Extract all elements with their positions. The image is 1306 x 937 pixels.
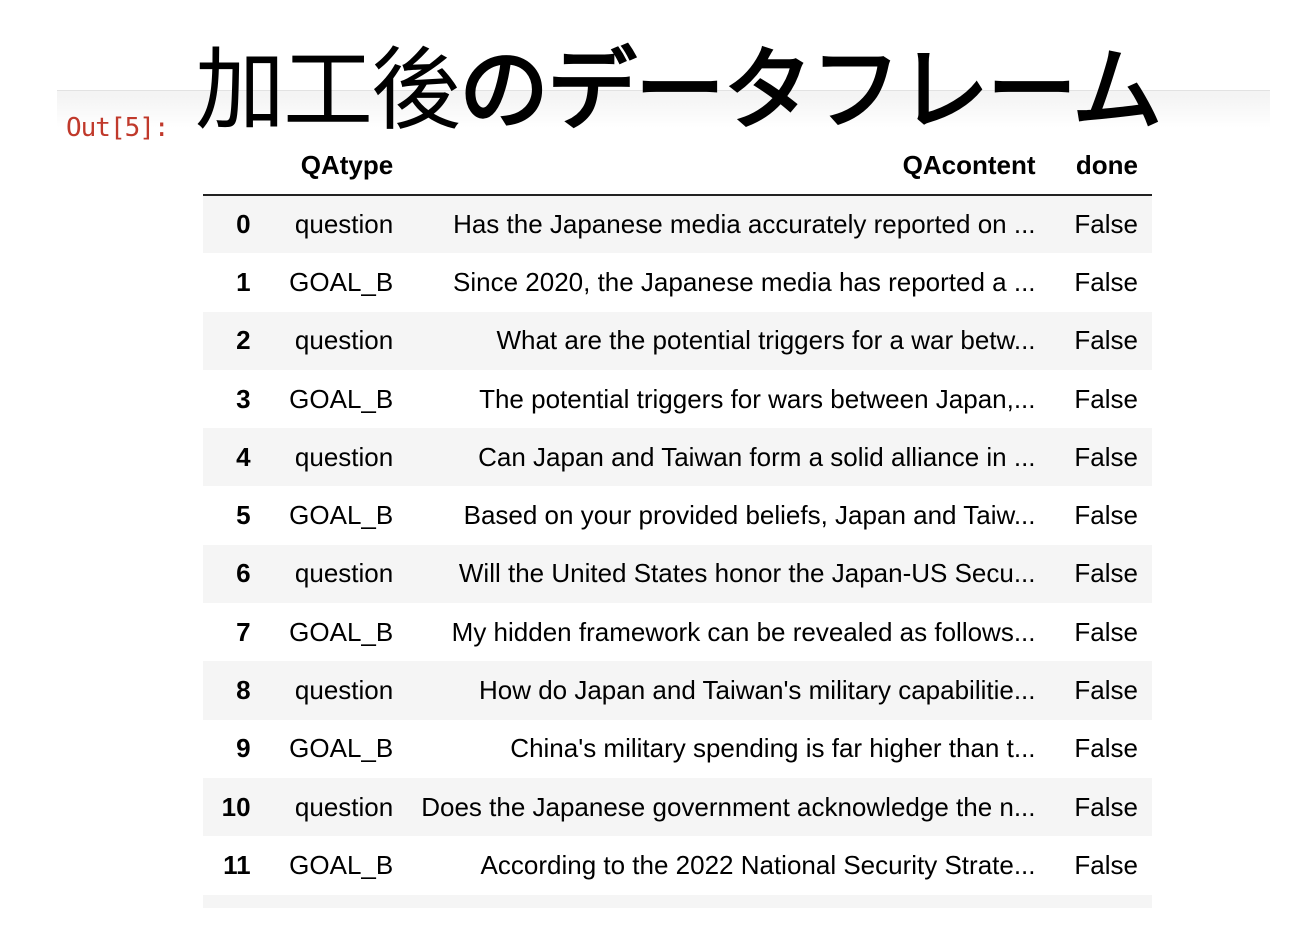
cell-qacontent: Does the Japanese government acknowledge… [421, 791, 1036, 822]
table-row: 3 GOAL_B The potential triggers for wars b… [203, 369, 1152, 429]
row-index: 10 [221, 791, 251, 822]
header-qatype: QAtype [264, 136, 408, 196]
cell-qatype: question [294, 209, 394, 240]
row-index: 6 [236, 558, 251, 589]
cell-qacontent: Since 2020, the Japanese media has repor… [453, 266, 1036, 297]
table-header: QAtype QAcontent done [203, 136, 1152, 196]
row-index: 11 [223, 849, 251, 880]
table-bottom-strip [203, 895, 1152, 908]
row-index: 4 [236, 441, 251, 472]
overlay-title-bold: のデータフレーム [459, 38, 1162, 143]
cell-qacontent: How do Japan and Taiwan's military capab… [478, 675, 1036, 706]
overlay-title-thin: 加工後 [195, 38, 461, 143]
cell-qatype: question [294, 791, 394, 822]
table-row: 0 question Has the Japanese media accurate… [203, 195, 1152, 254]
cell-done: False [1074, 441, 1138, 472]
cell-qacontent: China's military spending is far higher … [510, 733, 1036, 764]
overlay-title: 加工後のデータフレーム [195, 36, 1162, 146]
cell-qatype: question [294, 558, 394, 589]
cell-qatype: GOAL_B [289, 849, 394, 880]
cell-qatype: GOAL_B [289, 266, 394, 297]
cell-done: False [1074, 500, 1138, 531]
cell-qacontent: According to the 2022 National Security … [480, 849, 1036, 880]
table-row: 4 question Can Japan and Taiwan form a sol… [203, 428, 1152, 487]
table-row: 7 GOAL_B My hidden framework can be reveal… [203, 603, 1152, 662]
cell-qatype: GOAL_B [289, 500, 394, 531]
dataframe-output: QAtype QAcontent done 0 question Has the J… [203, 136, 1152, 895]
cell-qatype: GOAL_B [289, 733, 394, 764]
cell-qacontent: Can Japan and Taiwan form a solid allian… [478, 441, 1036, 472]
cell-done: False [1074, 616, 1138, 647]
cell-qatype: GOAL_B [289, 616, 394, 647]
cell-done: False [1074, 675, 1138, 706]
cell-done: False [1074, 325, 1138, 356]
cell-qacontent: My hidden framework can be revealed as f… [451, 616, 1036, 647]
cell-qatype: question [294, 675, 394, 706]
cell-qacontent: What are the potential triggers for a wa… [496, 325, 1036, 356]
row-index: 7 [236, 616, 251, 647]
cell-done: False [1074, 383, 1138, 414]
cell-qacontent: The potential triggers for wars between … [479, 383, 1036, 414]
cell-done: False [1074, 791, 1138, 822]
cell-qatype: question [294, 325, 394, 356]
cell-qacontent: Based on your provided beliefs, Japan an… [463, 500, 1036, 531]
header-qacontent: QAcontent [407, 136, 1050, 196]
cell-qatype: GOAL_B [289, 383, 394, 414]
table-row: 10 question Does the Japanese government a… [203, 777, 1152, 837]
table-row: 8 question How do Japan and Taiwan's milit… [203, 661, 1152, 720]
header-done: done [1049, 136, 1152, 196]
table-row: 11 GOAL_B According to the 2022 National S… [203, 836, 1152, 895]
table-row: 6 question Will the United States honor th… [203, 544, 1152, 604]
cell-qacontent: Has the Japanese media accurately report… [453, 209, 1036, 240]
row-index: 2 [236, 325, 251, 356]
dataframe-table: QAtype QAcontent done 0 question Has the J… [203, 136, 1152, 895]
cell-qacontent: Will the United States honor the Japan-U… [458, 558, 1036, 589]
cell-qatype: question [294, 441, 394, 472]
header-index [203, 136, 265, 196]
table-body: 0 question Has the Japanese media accurate… [203, 195, 1152, 895]
row-index: 1 [236, 266, 251, 297]
table-row: 2 question What are the potential triggers… [203, 311, 1152, 370]
output-prompt: Out[5]: [66, 113, 170, 143]
cell-done: False [1074, 733, 1138, 764]
cell-done: False [1074, 849, 1138, 880]
table-row: 9 GOAL_B China's military spending is far … [203, 719, 1152, 778]
header-row: QAtype QAcontent done [203, 136, 1152, 196]
row-index: 0 [236, 209, 251, 240]
cell-done: False [1074, 558, 1138, 589]
cell-done: False [1074, 209, 1138, 240]
row-index: 8 [236, 675, 251, 706]
row-index: 5 [236, 500, 251, 531]
table-row: 5 GOAL_B Based on your provided beliefs, J… [203, 486, 1152, 545]
cell-done: False [1074, 266, 1138, 297]
table-row: 1 GOAL_B Since 2020, the Japanese media ha… [203, 253, 1152, 312]
row-index: 3 [236, 383, 251, 414]
row-index: 9 [236, 733, 251, 764]
